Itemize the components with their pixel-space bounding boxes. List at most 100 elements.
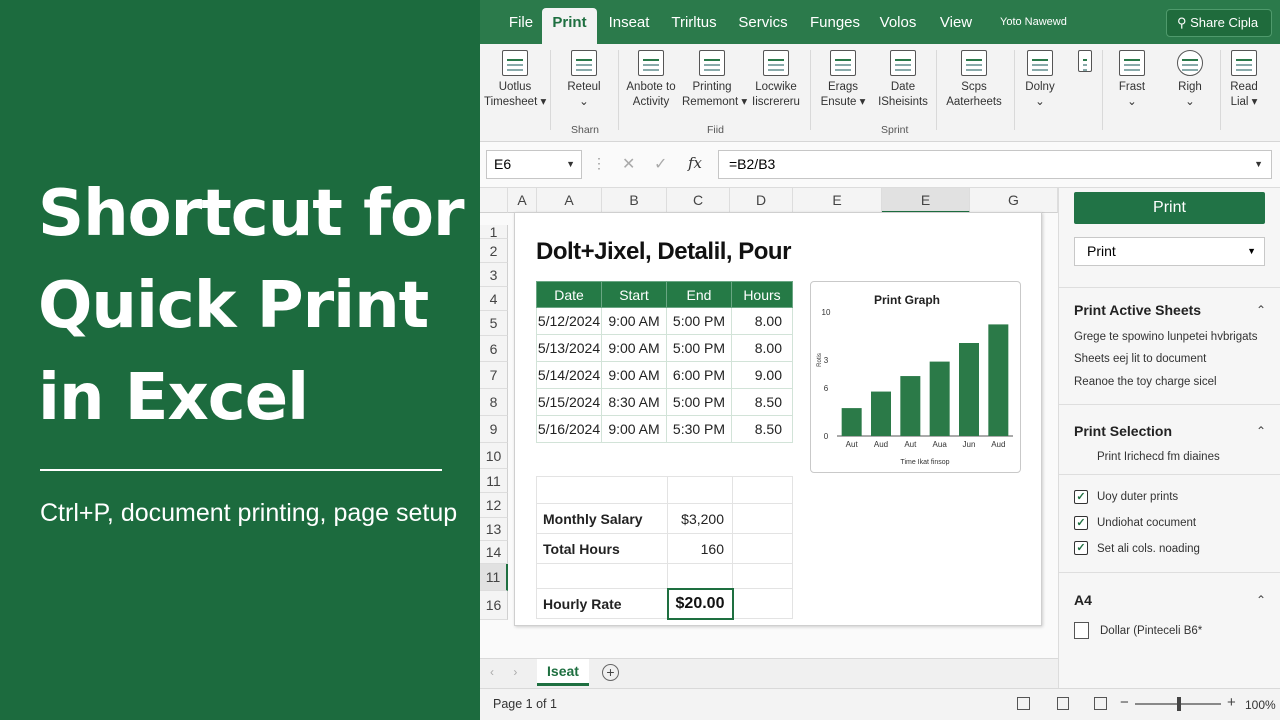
chevron-up-icon[interactable]: ⌃ (1256, 424, 1266, 438)
sheets-button[interactable]: Scps Aaterheets (944, 50, 1004, 110)
normal-view-icon[interactable] (1017, 697, 1030, 710)
name-box[interactable]: E6 ▼ (486, 150, 582, 179)
checkbox[interactable]: ✓ (1074, 516, 1088, 530)
reteul-button[interactable]: Reteul ⌄ (558, 50, 610, 110)
chevron-up-icon[interactable]: ⌃ (1256, 593, 1266, 607)
paper-size-heading[interactable]: A4 (1074, 592, 1092, 608)
empty-cell[interactable] (732, 588, 793, 619)
sheet-tab-active[interactable]: Iseat (537, 659, 589, 686)
checkbox-label[interactable]: Set ali cols. noading (1097, 543, 1200, 555)
dolny-button[interactable]: Dolny ⌄ (1022, 50, 1058, 110)
hourly-rate-label[interactable]: Hourly Rate (536, 588, 668, 619)
column-header-hours[interactable]: Hours (731, 281, 793, 308)
sheet-nav-arrows[interactable]: ‹ › (490, 665, 525, 679)
empty-cell[interactable] (667, 563, 733, 589)
select-all-corner[interactable] (480, 188, 508, 213)
print-graph-chart[interactable]: Print Graph 10 3 6 0 Rotis Aut Aud Aut Aua Jun Aud T… (810, 281, 1021, 473)
page-break-icon[interactable] (1094, 697, 1107, 710)
column-header[interactable]: C (667, 188, 730, 213)
start-cell[interactable]: 9:00 AM (601, 415, 667, 443)
function-icon[interactable]: fx (688, 154, 702, 172)
row-header[interactable]: 4 (480, 287, 508, 311)
read-button[interactable]: Read Lial ▾ (1226, 50, 1262, 110)
empty-cell[interactable] (732, 503, 793, 534)
column-header[interactable]: G (970, 188, 1058, 213)
empty-cell[interactable] (732, 476, 793, 504)
zoom-level[interactable]: 100% (1245, 698, 1276, 712)
check-icon[interactable]: ✓ (654, 154, 667, 174)
total-hours-value[interactable]: 160 (667, 533, 733, 564)
print-selection-heading[interactable]: Print Selection (1074, 423, 1172, 439)
hours-cell[interactable]: 8.00 (731, 334, 793, 362)
tab-trirltus[interactable]: Trirltus (664, 8, 724, 44)
row-header[interactable]: 14 (480, 541, 508, 564)
righ-button[interactable]: Righ ⌄ (1170, 50, 1210, 110)
monthly-salary-value[interactable]: $3,200 (667, 503, 733, 534)
hours-cell[interactable]: 8.00 (731, 307, 793, 335)
column-header-selected[interactable]: E (882, 188, 970, 213)
row-header[interactable]: 7 (480, 362, 508, 389)
end-cell[interactable]: 5:30 PM (666, 415, 732, 443)
hourly-rate-value[interactable]: $20.00 (666, 587, 734, 620)
total-hours-label[interactable]: Total Hours (536, 533, 668, 564)
formula-input[interactable]: =B2/B3 ▼ (718, 150, 1272, 179)
row-header-selected[interactable]: 11 (480, 564, 508, 591)
date-cell[interactable]: 5/15/2024 (536, 388, 602, 416)
chevron-up-icon[interactable]: ⌃ (1256, 303, 1266, 317)
date-cell[interactable]: 5/12/2024 (536, 307, 602, 335)
checkbox-label[interactable]: Undiohat cocument (1097, 517, 1196, 529)
end-cell[interactable]: 5:00 PM (666, 388, 732, 416)
paper-size-text[interactable]: Dollar (Pinteceli B6* (1100, 625, 1202, 637)
hours-cell[interactable]: 8.50 (731, 388, 793, 416)
row-header[interactable]: 9 (480, 416, 508, 443)
start-cell[interactable]: 8:30 AM (601, 388, 667, 416)
hours-cell[interactable]: 8.50 (731, 415, 793, 443)
zoom-in-icon[interactable]: + (1227, 694, 1236, 711)
tab-funges[interactable]: Funges (806, 8, 864, 44)
checkbox[interactable]: ✓ (1074, 541, 1088, 555)
start-cell[interactable]: 9:00 AM (601, 361, 667, 389)
column-header-start[interactable]: Start (601, 281, 667, 308)
date-cell[interactable]: 5/14/2024 (536, 361, 602, 389)
print-select[interactable]: Print ▼ (1074, 237, 1265, 266)
row-header[interactable]: 11 (480, 469, 508, 493)
end-cell[interactable]: 5:00 PM (666, 307, 732, 335)
hours-cell[interactable]: 9.00 (731, 361, 793, 389)
tab-servics[interactable]: Servics (734, 8, 792, 44)
row-header[interactable]: 16 (480, 591, 508, 620)
monthly-salary-label[interactable]: Monthly Salary (536, 503, 668, 534)
tab-view[interactable]: View (936, 8, 976, 44)
end-cell[interactable]: 5:00 PM (666, 334, 732, 362)
row-header[interactable]: 8 (480, 389, 508, 416)
row-header[interactable]: 12 (480, 493, 508, 518)
column-header[interactable]: A (508, 188, 537, 213)
end-cell[interactable]: 6:00 PM (666, 361, 732, 389)
timesheet-button[interactable]: Uotlus Timesheet ▾ (484, 50, 546, 110)
column-header[interactable]: D (730, 188, 793, 213)
tab-file[interactable]: File (498, 8, 544, 44)
empty-cell[interactable] (732, 563, 793, 589)
tab-print[interactable]: Print (542, 8, 597, 44)
row-header[interactable]: 2 (480, 239, 508, 263)
row-header[interactable]: 5 (480, 311, 508, 336)
date-cell[interactable]: 5/16/2024 (536, 415, 602, 443)
row-header[interactable]: 3 (480, 263, 508, 287)
print-button[interactable]: Print (1074, 192, 1265, 224)
row-header[interactable]: 6 (480, 336, 508, 362)
zoom-slider-handle[interactable] (1177, 697, 1181, 711)
frast-button[interactable]: Frast ⌄ (1112, 50, 1152, 110)
checkbox[interactable]: ✓ (1074, 490, 1088, 504)
locwike-button[interactable]: Locwike Iiscrereru (746, 50, 806, 110)
tab-inseat[interactable]: Inseat (604, 8, 654, 44)
format-button[interactable] (1074, 50, 1096, 76)
activity-button[interactable]: Anbote to Activity (624, 50, 678, 110)
date-button[interactable]: Date ISheisints (876, 50, 930, 110)
row-header[interactable]: 1 (480, 225, 508, 239)
tab-volos[interactable]: Volos (876, 8, 920, 44)
ensute-button[interactable]: Erags Ensute ▾ (818, 50, 868, 110)
empty-cell[interactable] (536, 476, 668, 504)
zoom-out-icon[interactable]: − (1120, 694, 1129, 711)
active-sheets-heading[interactable]: Print Active Sheets (1074, 302, 1201, 318)
column-header[interactable]: B (602, 188, 667, 213)
empty-cell[interactable] (667, 476, 733, 504)
